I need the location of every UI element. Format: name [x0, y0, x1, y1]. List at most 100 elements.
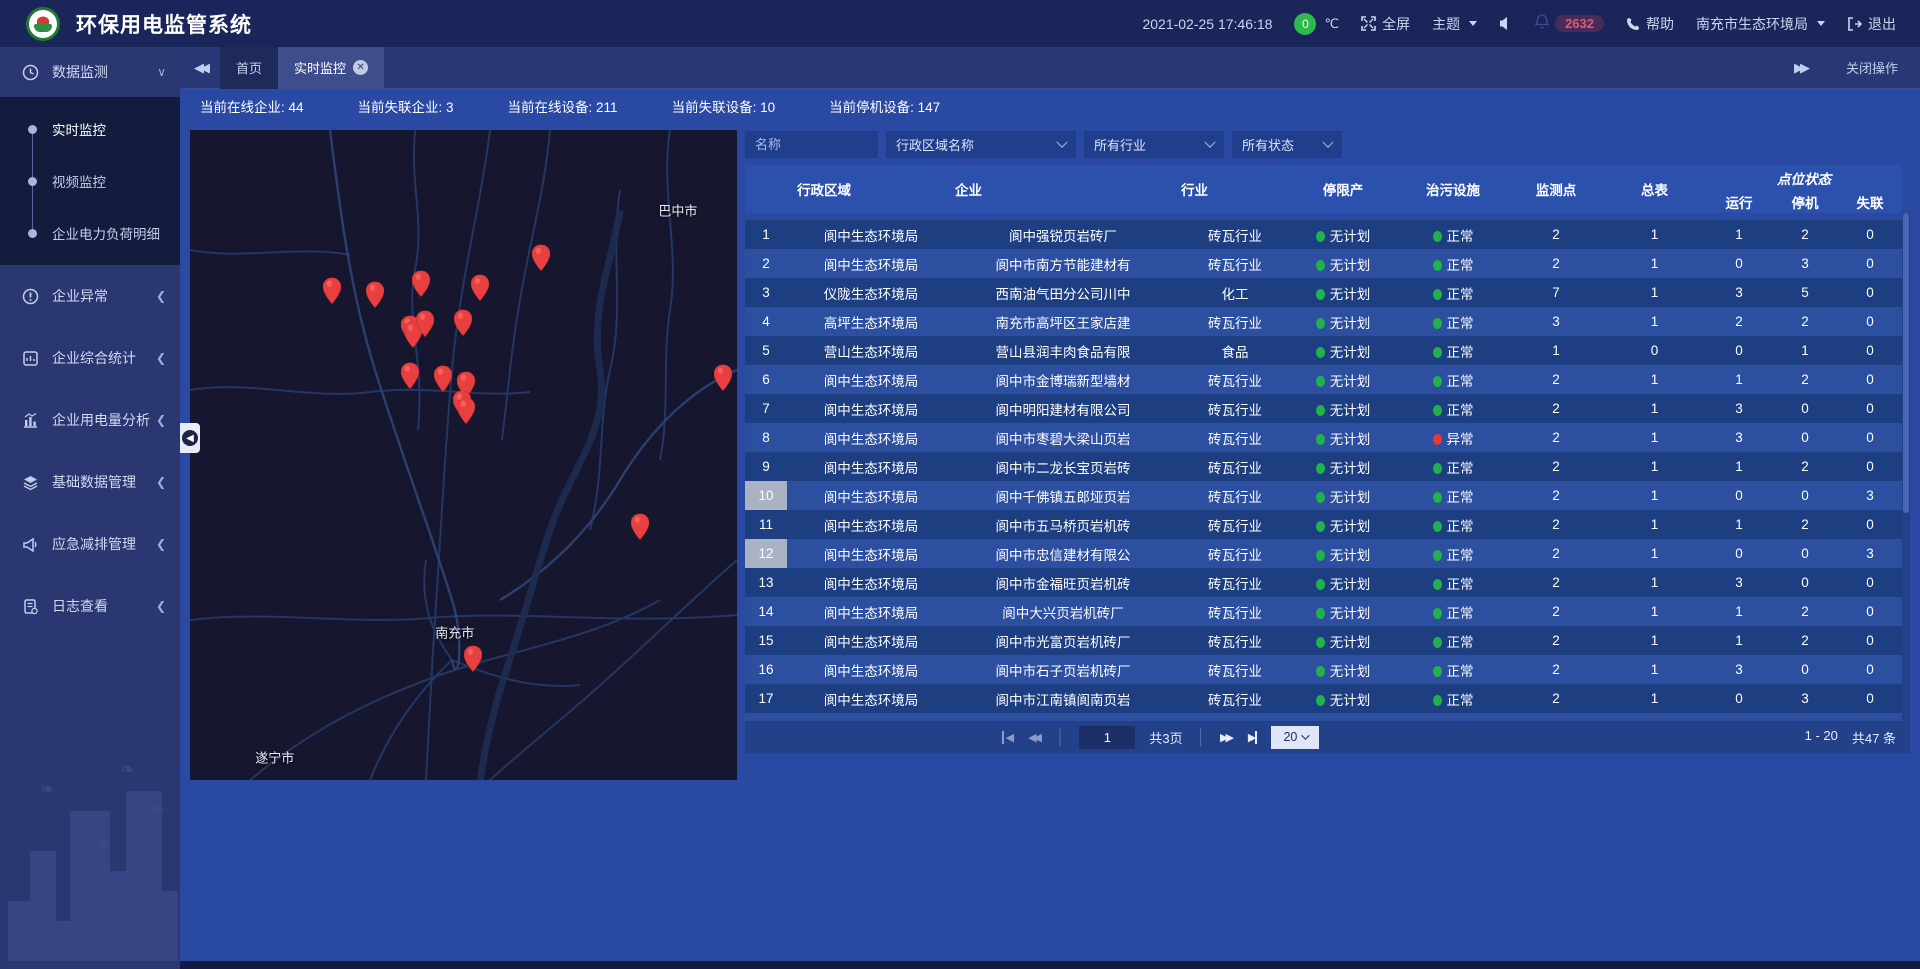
map-marker-icon[interactable]	[532, 244, 550, 270]
table-row[interactable]: 10阆中生态环境局阆中千佛镇五郎垭页岩砖瓦行业无计划正常21003	[745, 481, 1902, 510]
sidebar-item-视频监控[interactable]: 视频监控	[0, 155, 180, 207]
sidebar-group-企业异常[interactable]: 企业异常❮	[0, 265, 180, 327]
cell-running: 1	[1706, 220, 1772, 249]
map-marker-icon[interactable]	[471, 275, 489, 301]
map-marker-icon[interactable]	[412, 270, 430, 296]
page-size-select[interactable]: 20	[1271, 726, 1319, 749]
sidebar-group-企业综合统计[interactable]: 企业综合统计❮	[0, 327, 180, 389]
table-row[interactable]: 12阆中生态环境局阆中市忠信建材有限公砖瓦行业无计划正常21003	[745, 539, 1902, 568]
cell-offline: 0	[1838, 713, 1902, 721]
tab-scroll-right-icon[interactable]: ▶▶	[1780, 60, 1820, 76]
map-marker-icon[interactable]	[323, 278, 341, 304]
table-row[interactable]: 1阆中生态环境局阆中强锐页岩砖厂砖瓦行业无计划正常21120	[745, 220, 1902, 249]
cell-limit-status: 无计划	[1289, 423, 1397, 452]
table-row[interactable]: 13阆中生态环境局阆中市金福旺页岩机砖砖瓦行业无计划正常21300	[745, 568, 1902, 597]
chevron-down-icon	[1322, 136, 1333, 147]
cell-meters: 1	[1603, 452, 1706, 481]
map-marker-icon[interactable]	[457, 398, 475, 424]
page-number-input[interactable]	[1079, 726, 1135, 749]
notification-widget[interactable]: 2632	[1535, 14, 1604, 33]
table-row[interactable]: 6阆中生态环境局阆中市金博瑞新型墙材砖瓦行业无计划正常21120	[745, 365, 1902, 394]
table-row[interactable]: 9阆中生态环境局阆中市二龙长宝页岩砖砖瓦行业无计划正常21120	[745, 452, 1902, 481]
cell-industry: 砖瓦行业	[1171, 249, 1289, 278]
table-row[interactable]: 4高坪生态环境局南充市高坪区王家店建砖瓦行业无计划正常31220	[745, 307, 1902, 336]
table-row[interactable]: 7阆中生态环境局阆中明阳建材有限公司砖瓦行业无计划正常21300	[745, 394, 1902, 423]
sidebar-group-日志查看[interactable]: 日志查看❮	[0, 575, 180, 637]
map-marker-icon[interactable]	[434, 366, 452, 392]
table-row[interactable]: 2阆中生态环境局阆中市南方节能建材有砖瓦行业无计划正常21030	[745, 249, 1902, 278]
status-dot-icon	[1316, 579, 1325, 590]
cell-offline: 0	[1838, 568, 1902, 597]
cell-facility-status: 正常	[1397, 597, 1509, 626]
status-dot-icon	[1316, 318, 1325, 329]
cell-region: 阆中生态环境局	[787, 365, 945, 394]
map-marker-icon[interactable]	[454, 309, 472, 335]
theme-menu[interactable]: 主题	[1432, 14, 1477, 34]
cell-stopped: 2	[1772, 510, 1838, 539]
table-row[interactable]: 11阆中生态环境局阆中市五马桥页岩机砖砖瓦行业无计划正常21120	[745, 510, 1902, 539]
cell-offline: 3	[1838, 481, 1902, 510]
map-marker-icon[interactable]	[631, 513, 649, 539]
col-治污设施: 治污设施	[1397, 165, 1509, 213]
table-row[interactable]: 5营山生态环境局营山县润丰肉食品有限食品无计划正常10010	[745, 336, 1902, 365]
sidebar-item-企业电力负荷明细[interactable]: 企业电力负荷明细	[0, 207, 180, 259]
sidebar-group-基础数据管理[interactable]: 基础数据管理❮	[0, 451, 180, 513]
last-page-icon[interactable]: ▶	[1248, 731, 1257, 744]
chevron-down-icon	[1817, 21, 1825, 26]
chevron-down-icon	[1302, 731, 1310, 739]
sidebar-collapse-button[interactable]: ◀	[180, 423, 200, 453]
logout-button[interactable]: 退出	[1847, 14, 1896, 34]
table-row[interactable]: 18南部生态环境局南部县砌华水泥有限公建材加工无计划正常60060	[745, 713, 1902, 721]
table-row[interactable]: 15阆中生态环境局阆中市光富页岩机砖厂砖瓦行业无计划正常21120	[745, 626, 1902, 655]
sidebar-group-应急减排管理[interactable]: 应急减排管理❮	[0, 513, 180, 575]
close-operations-button[interactable]: 关闭操作	[1846, 58, 1898, 77]
col-停限产: 停限产	[1289, 165, 1397, 213]
cell-industry: 砖瓦行业	[1171, 510, 1289, 539]
industry-filter-select[interactable]: 所有行业	[1084, 131, 1224, 158]
region-filter-select[interactable]: 行政区域名称	[886, 131, 1076, 158]
tab-scroll-left-icon[interactable]: ◀◀	[180, 60, 220, 76]
status-dot-icon	[1433, 695, 1442, 706]
cell-points: 2	[1509, 684, 1603, 713]
subcol-运行: 运行	[1706, 191, 1772, 213]
sound-button[interactable]	[1499, 17, 1513, 30]
cell-index: 11	[745, 510, 787, 539]
sidebar-group-数据监测[interactable]: 数据监测∨	[0, 47, 180, 97]
prev-page-icon[interactable]: ◀◀	[1028, 731, 1042, 744]
map-marker-icon[interactable]	[366, 281, 384, 307]
table-row[interactable]: 17阆中生态环境局阆中市江南镇阆南页岩砖瓦行业无计划正常21030	[745, 684, 1902, 713]
table-row[interactable]: 3仪陇生态环境局西南油气田分公司川中化工无计划正常71350	[745, 278, 1902, 307]
cell-industry: 建材加工	[1171, 713, 1289, 721]
sidebar-group-企业用电量分析[interactable]: 企业用电量分析❮	[0, 389, 180, 451]
table-row[interactable]: 16阆中生态环境局阆中市石子页岩机砖厂砖瓦行业无计划正常21300	[745, 655, 1902, 684]
org-menu[interactable]: 南充市生态环境局	[1696, 14, 1825, 34]
map-panel[interactable]: 巴中市南充市遂宁市	[190, 130, 737, 780]
map-marker-icon[interactable]	[416, 311, 434, 337]
map-marker-icon[interactable]	[714, 365, 732, 391]
cell-running: 3	[1706, 423, 1772, 452]
alert-icon	[20, 288, 40, 305]
skyline-building	[158, 891, 178, 961]
fullscreen-button[interactable]: 全屏	[1361, 14, 1410, 34]
table-row[interactable]: 14阆中生态环境局阆中大兴页岩机砖厂砖瓦行业无计划正常21120	[745, 597, 1902, 626]
help-button[interactable]: 帮助	[1626, 14, 1674, 34]
cell-points: 6	[1509, 713, 1603, 721]
next-page-icon[interactable]: ▶▶	[1220, 731, 1234, 744]
first-page-icon[interactable]: ◀	[1002, 731, 1014, 744]
tab-close-icon[interactable]: ✕	[353, 60, 368, 75]
table-scrollbar[interactable]	[1902, 213, 1910, 721]
map-marker-icon[interactable]	[464, 645, 482, 671]
name-filter-input[interactable]	[745, 131, 878, 158]
sidebar-item-实时监控[interactable]: 实时监控	[0, 103, 180, 155]
status-filter-select[interactable]: 所有状态	[1232, 131, 1342, 158]
cell-offline: 0	[1838, 278, 1902, 307]
table-row[interactable]: 8阆中生态环境局阆中市枣碧大梁山页岩砖瓦行业无计划异常21300	[745, 423, 1902, 452]
cell-meters: 1	[1603, 220, 1706, 249]
tab-首页[interactable]: 首页	[220, 47, 278, 89]
cell-running: 3	[1706, 655, 1772, 684]
cell-region: 阆中生态环境局	[787, 626, 945, 655]
tab-实时监控[interactable]: 实时监控✕	[278, 47, 384, 89]
scrollbar-thumb[interactable]	[1903, 213, 1909, 513]
cell-company: 阆中市五马桥页岩机砖	[945, 510, 1171, 539]
map-marker-icon[interactable]	[401, 363, 419, 389]
